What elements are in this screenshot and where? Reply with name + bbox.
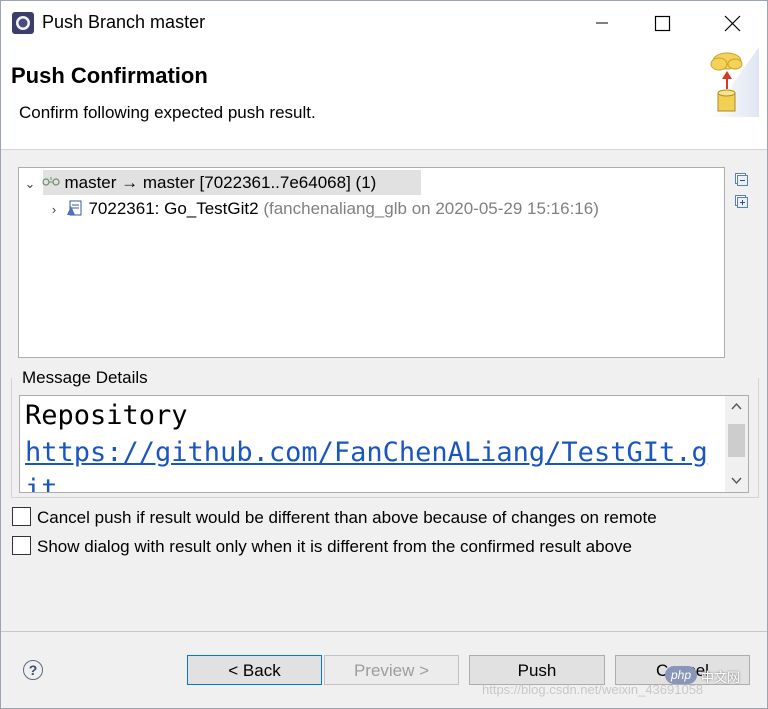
push-button[interactable]: Push (469, 655, 605, 685)
expand-all-icon[interactable] (734, 194, 748, 208)
title-bar: Push Branch master (1, 1, 767, 45)
commit-meta: (fanchenaliang_glb on 2020-05-29 15:16:1… (263, 199, 599, 218)
scroll-up-icon[interactable] (725, 396, 748, 416)
scrollbar-thumb[interactable] (728, 424, 745, 457)
tree-row-commit[interactable]: › 7022361: Go_TestGit2 (fanchenaliang_gl… (47, 197, 599, 221)
cancel-if-different-option[interactable]: Cancel push if result would be different… (12, 507, 657, 529)
collapse-all-icon[interactable] (734, 172, 748, 186)
show-only-if-different-checkbox[interactable] (12, 536, 31, 555)
push-wizard-banner-icon (709, 47, 759, 117)
close-icon (724, 15, 741, 32)
watermark-text: https://blog.csdn.net/weixin_43691058 (482, 682, 704, 697)
show-only-if-different-label: Show dialog with result only when it is … (37, 537, 632, 556)
page-title: Push Confirmation (11, 63, 208, 88)
minimize-button[interactable] (579, 1, 625, 45)
message-details-text[interactable]: Repository https://github.com/FanChenALi… (19, 395, 749, 493)
vertical-scrollbar[interactable] (725, 396, 748, 492)
scroll-down-icon[interactable] (725, 470, 748, 490)
wizard-header: Push Confirmation Confirm following expe… (1, 45, 767, 150)
minimize-icon (596, 22, 608, 24)
help-icon[interactable]: ? (23, 660, 43, 680)
php-logo: php (665, 666, 697, 684)
chevron-right-icon[interactable]: › (47, 198, 61, 222)
close-button[interactable] (709, 1, 755, 45)
button-bar-separator (1, 631, 767, 632)
php-logo-cn: 中文网 (701, 670, 741, 685)
message-heading: Repository (25, 400, 188, 431)
chevron-down-icon[interactable]: ⌄ (23, 172, 37, 196)
branch-icon (42, 177, 60, 186)
commit-icon (66, 200, 82, 216)
tree-row-ref-update[interactable]: ⌄ master → master [7022361..7e64068] (1) (23, 171, 377, 196)
preview-button: Preview > (324, 655, 459, 685)
cancel-if-different-label: Cancel push if result would be different… (37, 508, 657, 527)
window-title: Push Branch master (42, 12, 206, 32)
cancel-if-different-checkbox[interactable] (12, 507, 31, 526)
back-button[interactable]: < Back (187, 655, 322, 685)
show-only-if-different-option[interactable]: Show dialog with result only when it is … (12, 536, 632, 558)
push-branch-dialog: Push Branch master Push Confirmation Con… (0, 0, 768, 709)
page-description: Confirm following expected push result. (19, 103, 316, 122)
message-details-label: Message Details (21, 368, 149, 388)
maximize-icon (654, 15, 671, 32)
repository-url-link[interactable]: https://github.com/FanChenALiang/TestGIt… (25, 434, 715, 492)
commit-label: 7022361: Go_TestGit2 (88, 199, 259, 218)
ref-update-label: master → master [7022361..7e64068] (1) (64, 173, 377, 192)
push-result-tree[interactable]: ⌄ master → master [7022361..7e64068] (1)… (18, 167, 725, 358)
maximize-button[interactable] (639, 1, 685, 45)
eclipse-app-icon (12, 12, 34, 34)
